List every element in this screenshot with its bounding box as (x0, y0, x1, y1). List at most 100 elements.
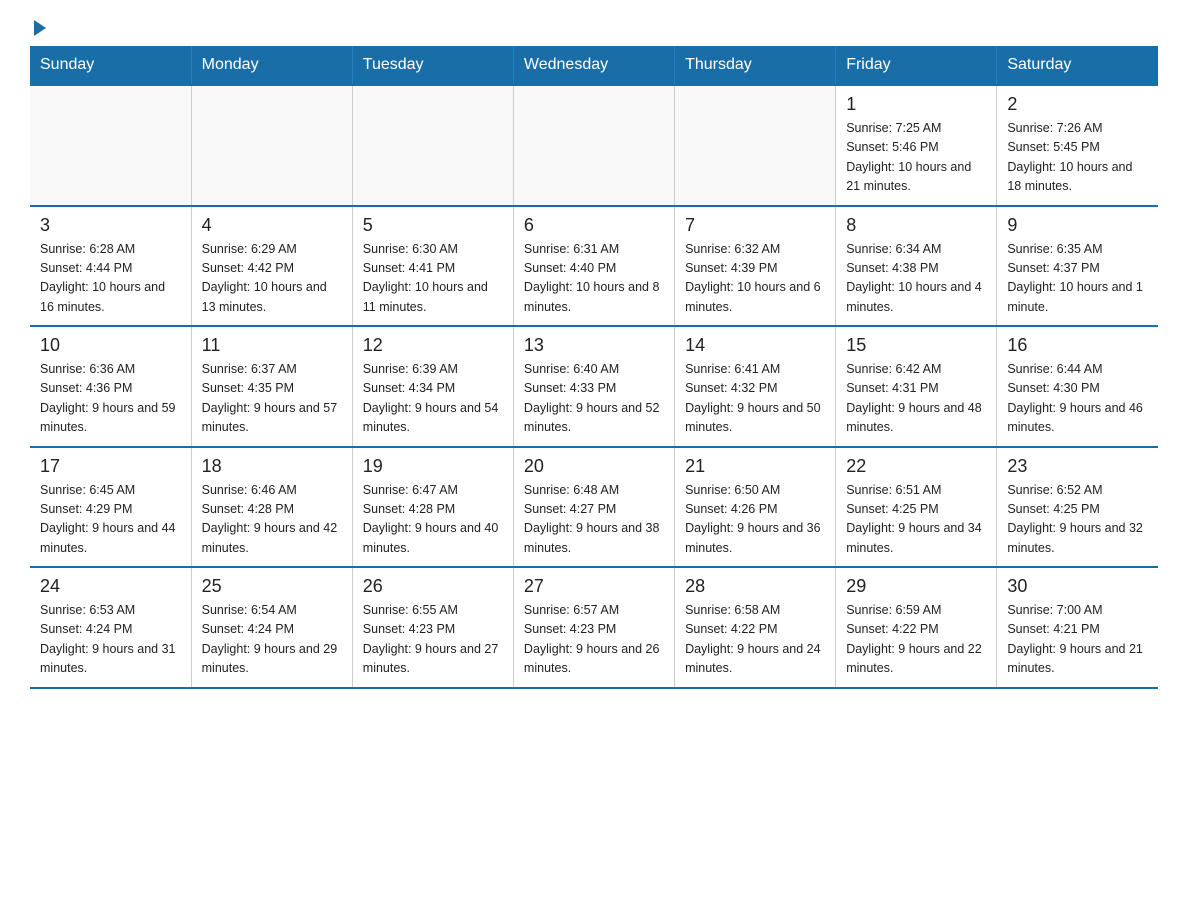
day-info: Sunrise: 6:51 AM Sunset: 4:25 PM Dayligh… (846, 481, 986, 559)
weekday-header-tuesday: Tuesday (352, 46, 513, 85)
day-number: 8 (846, 215, 986, 236)
day-info: Sunrise: 6:52 AM Sunset: 4:25 PM Dayligh… (1007, 481, 1148, 559)
weekday-header-row: SundayMondayTuesdayWednesdayThursdayFrid… (30, 46, 1158, 85)
day-info: Sunrise: 6:30 AM Sunset: 4:41 PM Dayligh… (363, 240, 503, 318)
calendar-cell: 20 Sunrise: 6:48 AM Sunset: 4:27 PM Dayli… (513, 447, 674, 568)
calendar-cell: 11 Sunrise: 6:37 AM Sunset: 4:35 PM Dayli… (191, 326, 352, 447)
day-info: Sunrise: 7:00 AM Sunset: 4:21 PM Dayligh… (1007, 601, 1148, 679)
day-info: Sunrise: 6:47 AM Sunset: 4:28 PM Dayligh… (363, 481, 503, 559)
day-info: Sunrise: 6:57 AM Sunset: 4:23 PM Dayligh… (524, 601, 664, 679)
calendar-row-1: 3 Sunrise: 6:28 AM Sunset: 4:44 PM Daylig… (30, 206, 1158, 327)
day-number: 12 (363, 335, 503, 356)
day-info: Sunrise: 6:46 AM Sunset: 4:28 PM Dayligh… (202, 481, 342, 559)
day-info: Sunrise: 7:25 AM Sunset: 5:46 PM Dayligh… (846, 119, 986, 197)
day-info: Sunrise: 6:54 AM Sunset: 4:24 PM Dayligh… (202, 601, 342, 679)
calendar-cell: 24 Sunrise: 6:53 AM Sunset: 4:24 PM Dayli… (30, 567, 191, 688)
day-number: 14 (685, 335, 825, 356)
day-number: 2 (1007, 94, 1148, 115)
calendar-cell: 17Sunrise: 6:45 AM Sunset: 4:29 PM Dayli… (30, 447, 191, 568)
calendar-cell: 4 Sunrise: 6:29 AM Sunset: 4:42 PM Daylig… (191, 206, 352, 327)
logo (30, 20, 46, 36)
day-info: Sunrise: 7:26 AM Sunset: 5:45 PM Dayligh… (1007, 119, 1148, 197)
calendar-cell: 18 Sunrise: 6:46 AM Sunset: 4:28 PM Dayli… (191, 447, 352, 568)
day-number: 13 (524, 335, 664, 356)
day-info: Sunrise: 6:42 AM Sunset: 4:31 PM Dayligh… (846, 360, 986, 438)
calendar-cell: 2 Sunrise: 7:26 AM Sunset: 5:45 PM Daylig… (997, 85, 1158, 206)
day-number: 4 (202, 215, 342, 236)
day-number: 1 (846, 94, 986, 115)
day-number: 22 (846, 456, 986, 477)
day-info: Sunrise: 6:36 AM Sunset: 4:36 PM Dayligh… (40, 360, 181, 438)
calendar-cell: 21 Sunrise: 6:50 AM Sunset: 4:26 PM Dayli… (675, 447, 836, 568)
day-number: 21 (685, 456, 825, 477)
calendar-cell: 13 Sunrise: 6:40 AM Sunset: 4:33 PM Dayli… (513, 326, 674, 447)
day-info: Sunrise: 6:50 AM Sunset: 4:26 PM Dayligh… (685, 481, 825, 559)
day-number: 9 (1007, 215, 1148, 236)
day-number: 10 (40, 335, 181, 356)
weekday-header-thursday: Thursday (675, 46, 836, 85)
day-info: Sunrise: 6:48 AM Sunset: 4:27 PM Dayligh… (524, 481, 664, 559)
day-number: 18 (202, 456, 342, 477)
day-info: Sunrise: 6:58 AM Sunset: 4:22 PM Dayligh… (685, 601, 825, 679)
calendar-cell: 19 Sunrise: 6:47 AM Sunset: 4:28 PM Dayli… (352, 447, 513, 568)
calendar-cell: 15 Sunrise: 6:42 AM Sunset: 4:31 PM Dayli… (836, 326, 997, 447)
calendar-cell: 5 Sunrise: 6:30 AM Sunset: 4:41 PM Daylig… (352, 206, 513, 327)
calendar-cell: 7 Sunrise: 6:32 AM Sunset: 4:39 PM Daylig… (675, 206, 836, 327)
day-number: 16 (1007, 335, 1148, 356)
day-number: 28 (685, 576, 825, 597)
day-info: Sunrise: 6:37 AM Sunset: 4:35 PM Dayligh… (202, 360, 342, 438)
calendar-cell: 28 Sunrise: 6:58 AM Sunset: 4:22 PM Dayli… (675, 567, 836, 688)
calendar-cell (191, 85, 352, 206)
day-info: Sunrise: 6:44 AM Sunset: 4:30 PM Dayligh… (1007, 360, 1148, 438)
calendar-cell: 16 Sunrise: 6:44 AM Sunset: 4:30 PM Dayli… (997, 326, 1158, 447)
calendar-cell: 1 Sunrise: 7:25 AM Sunset: 5:46 PM Daylig… (836, 85, 997, 206)
calendar-row-0: 1 Sunrise: 7:25 AM Sunset: 5:46 PM Daylig… (30, 85, 1158, 206)
calendar-cell: 9Sunrise: 6:35 AM Sunset: 4:37 PM Daylig… (997, 206, 1158, 327)
day-number: 26 (363, 576, 503, 597)
calendar-cell: 10 Sunrise: 6:36 AM Sunset: 4:36 PM Dayli… (30, 326, 191, 447)
day-number: 25 (202, 576, 342, 597)
day-info: Sunrise: 6:53 AM Sunset: 4:24 PM Dayligh… (40, 601, 181, 679)
calendar-cell: 23 Sunrise: 6:52 AM Sunset: 4:25 PM Dayli… (997, 447, 1158, 568)
logo-arrow-icon (34, 20, 46, 36)
weekday-header-sunday: Sunday (30, 46, 191, 85)
calendar-cell: 22 Sunrise: 6:51 AM Sunset: 4:25 PM Dayli… (836, 447, 997, 568)
day-number: 24 (40, 576, 181, 597)
calendar-cell: 30 Sunrise: 7:00 AM Sunset: 4:21 PM Dayli… (997, 567, 1158, 688)
day-number: 19 (363, 456, 503, 477)
day-info: Sunrise: 6:32 AM Sunset: 4:39 PM Dayligh… (685, 240, 825, 318)
weekday-header-friday: Friday (836, 46, 997, 85)
calendar-cell (352, 85, 513, 206)
day-info: Sunrise: 6:55 AM Sunset: 4:23 PM Dayligh… (363, 601, 503, 679)
day-number: 27 (524, 576, 664, 597)
calendar-table: SundayMondayTuesdayWednesdayThursdayFrid… (30, 46, 1158, 689)
calendar-cell (513, 85, 674, 206)
calendar-row-4: 24 Sunrise: 6:53 AM Sunset: 4:24 PM Dayli… (30, 567, 1158, 688)
day-number: 29 (846, 576, 986, 597)
day-info: Sunrise: 6:59 AM Sunset: 4:22 PM Dayligh… (846, 601, 986, 679)
day-number: 30 (1007, 576, 1148, 597)
day-number: 3 (40, 215, 181, 236)
day-number: 7 (685, 215, 825, 236)
calendar-row-2: 10 Sunrise: 6:36 AM Sunset: 4:36 PM Dayli… (30, 326, 1158, 447)
calendar-cell: 12 Sunrise: 6:39 AM Sunset: 4:34 PM Dayli… (352, 326, 513, 447)
calendar-cell: 27 Sunrise: 6:57 AM Sunset: 4:23 PM Dayli… (513, 567, 674, 688)
page-header (30, 20, 1158, 36)
weekday-header-wednesday: Wednesday (513, 46, 674, 85)
day-number: 5 (363, 215, 503, 236)
day-info: Sunrise: 6:39 AM Sunset: 4:34 PM Dayligh… (363, 360, 503, 438)
weekday-header-saturday: Saturday (997, 46, 1158, 85)
day-number: 11 (202, 335, 342, 356)
day-info: Sunrise: 6:34 AM Sunset: 4:38 PM Dayligh… (846, 240, 986, 318)
calendar-cell: 6Sunrise: 6:31 AM Sunset: 4:40 PM Daylig… (513, 206, 674, 327)
calendar-cell (30, 85, 191, 206)
day-number: 20 (524, 456, 664, 477)
calendar-cell (675, 85, 836, 206)
day-number: 15 (846, 335, 986, 356)
day-info: Sunrise: 6:29 AM Sunset: 4:42 PM Dayligh… (202, 240, 342, 318)
day-number: 23 (1007, 456, 1148, 477)
calendar-cell: 29 Sunrise: 6:59 AM Sunset: 4:22 PM Dayli… (836, 567, 997, 688)
day-info: Sunrise: 6:40 AM Sunset: 4:33 PM Dayligh… (524, 360, 664, 438)
day-info: Sunrise: 6:31 AM Sunset: 4:40 PM Dayligh… (524, 240, 664, 318)
day-info: Sunrise: 6:28 AM Sunset: 4:44 PM Dayligh… (40, 240, 181, 318)
